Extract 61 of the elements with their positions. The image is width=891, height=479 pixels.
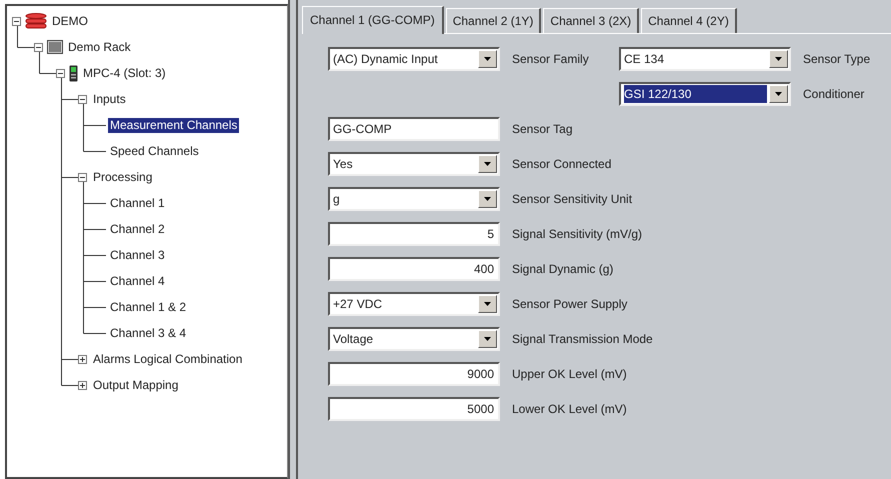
module-icon (69, 64, 78, 82)
tree-item[interactable]: Measurement Channels (108, 118, 240, 132)
collapse-toggle[interactable] (78, 172, 87, 182)
tab[interactable]: Channel 2 (1Y) (446, 8, 542, 33)
tree-item[interactable]: DEMO (50, 14, 90, 28)
database-icon (25, 13, 47, 29)
tree-item[interactable]: Output Mapping (91, 378, 180, 392)
dropdown-arrow-icon (775, 57, 782, 61)
tree-item[interactable]: Channel 1 (108, 196, 167, 210)
tree-item[interactable]: MPC-4 (Slot: 3) (81, 66, 168, 80)
dropdown[interactable]: GSI 122/130 (619, 82, 791, 106)
field-label: Upper OK Level (mV) (512, 366, 628, 382)
tree-item[interactable]: Channel 1 & 2 (108, 300, 188, 314)
field-label: Sensor Connected (512, 156, 612, 172)
field-label: Lower OK Level (mV) (512, 401, 628, 417)
tree-item[interactable]: Processing (91, 170, 154, 184)
tree-item[interactable]: Alarms Logical Combination (91, 352, 244, 366)
tree-item[interactable]: Channel 4 (108, 274, 167, 288)
collapse-toggle[interactable] (78, 94, 87, 104)
field-label: Signal Dynamic (g) (512, 261, 614, 277)
tree-item[interactable]: Speed Channels (108, 144, 201, 158)
collapse-toggle[interactable] (34, 42, 43, 52)
field-label: Sensor Family (512, 51, 590, 67)
input-field[interactable]: 5 (328, 222, 500, 246)
dropdown-arrow-icon (484, 302, 491, 306)
field-label: Sensor Power Supply (512, 296, 628, 312)
input-field[interactable]: GG-COMP (328, 117, 500, 141)
tree-item[interactable]: Inputs (91, 92, 128, 106)
collapse-toggle[interactable] (12, 16, 21, 26)
field-label: Sensor Type (803, 51, 872, 67)
dropdown-arrow-icon (775, 92, 782, 96)
field-label: Sensor Sensitivity Unit (512, 191, 634, 207)
rack-icon (47, 40, 63, 54)
tree-item[interactable]: Channel 3 (108, 248, 167, 262)
field-label: Conditioner (803, 86, 866, 102)
dropdown-arrow-icon (484, 57, 491, 61)
dropdown[interactable]: (AC) Dynamic Input (328, 47, 500, 71)
dropdown[interactable]: g (328, 187, 500, 211)
dropdown-arrow-icon (484, 162, 491, 166)
collapse-toggle[interactable] (56, 68, 65, 78)
field-label: Sensor Tag (512, 121, 574, 137)
expand-toggle[interactable] (78, 354, 87, 364)
input-field[interactable]: 400 (328, 257, 500, 281)
splitter[interactable] (288, 0, 298, 479)
tab[interactable]: Channel 1 (GG-COMP) (302, 6, 444, 34)
tree-item[interactable]: Channel 3 & 4 (108, 326, 188, 340)
tab[interactable]: Channel 4 (2Y) (641, 8, 737, 33)
dropdown[interactable]: Yes (328, 152, 500, 176)
dropdown[interactable]: CE 134 (619, 47, 791, 71)
tab[interactable]: Channel 3 (2X) (543, 8, 640, 33)
dropdown-arrow-icon (484, 337, 491, 341)
dropdown[interactable]: +27 VDC (328, 292, 500, 316)
tree-item[interactable]: Channel 2 (108, 222, 167, 236)
dropdown-arrow-icon (484, 197, 491, 201)
dropdown[interactable]: Voltage (328, 327, 500, 351)
field-label: Signal Transmission Mode (512, 331, 654, 347)
field-label: Signal Sensitivity (mV/g) (512, 226, 644, 242)
tree-item[interactable]: Demo Rack (66, 40, 133, 54)
input-field[interactable]: 5000 (328, 397, 500, 421)
expand-toggle[interactable] (78, 380, 87, 390)
input-field[interactable]: 9000 (328, 362, 500, 386)
